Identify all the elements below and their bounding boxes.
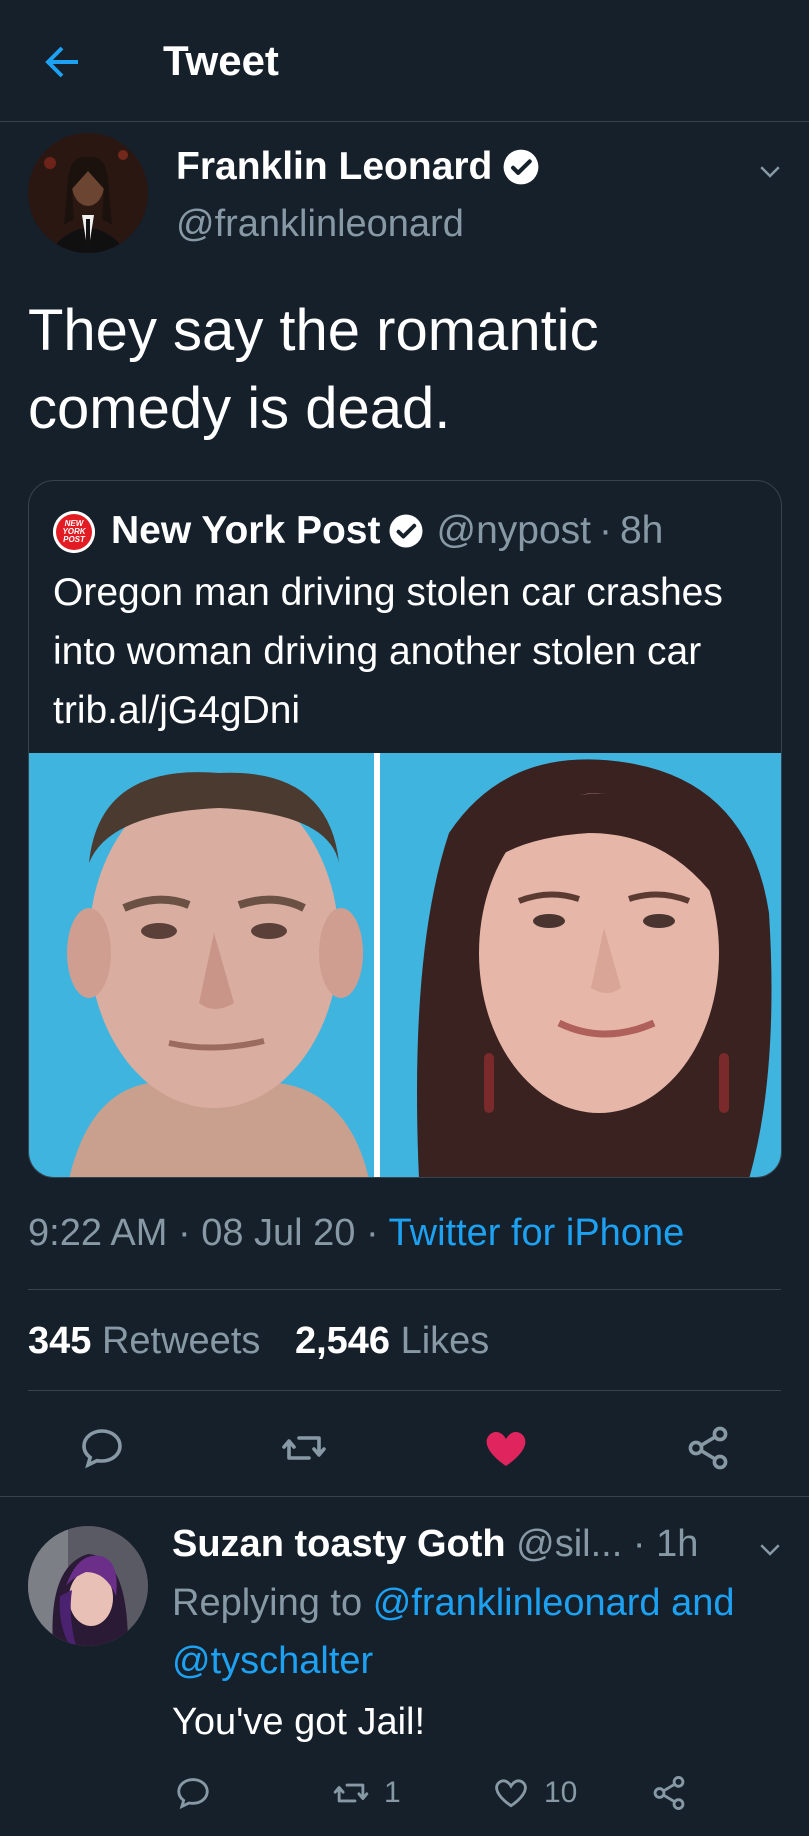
reply-author-avatar[interactable] bbox=[28, 1526, 148, 1646]
reply-like-button[interactable]: 10 bbox=[492, 1774, 577, 1812]
likes-stat[interactable]: 2,546 Likes bbox=[295, 1320, 489, 1362]
reply-header: Suzan toasty Goth @sil... · 1h bbox=[172, 1518, 698, 1570]
reply-author-name[interactable]: Suzan toasty Goth bbox=[172, 1523, 506, 1565]
mention-link[interactable]: @tyschalter bbox=[172, 1640, 373, 1682]
verified-badge-icon bbox=[503, 149, 539, 185]
quoted-tweet[interactable]: NEW YORK POST New York Post @nypost · 8h… bbox=[28, 480, 782, 1178]
reply-reply-button[interactable] bbox=[174, 1774, 212, 1812]
retweet-icon bbox=[333, 1783, 369, 1803]
share-icon bbox=[653, 1776, 685, 1810]
replying-prefix: Replying to bbox=[172, 1582, 363, 1624]
quoted-handle: @nypost bbox=[436, 509, 591, 552]
quoted-time: 8h bbox=[619, 509, 664, 552]
retweet-icon[interactable] bbox=[280, 1424, 328, 1472]
likes-label: Likes bbox=[400, 1320, 490, 1362]
divider bbox=[28, 1390, 781, 1391]
reply-time: 1h bbox=[656, 1523, 699, 1565]
nypost-logo: NEW YORK POST bbox=[53, 511, 95, 553]
chevron-down-icon[interactable] bbox=[755, 1534, 785, 1564]
reply-text: You've got Jail! bbox=[172, 1701, 426, 1743]
tweet-stats: 345 Retweets 2,546 Likes bbox=[28, 1316, 489, 1366]
separator-dot: · bbox=[177, 1212, 202, 1254]
reply-share-button[interactable] bbox=[650, 1774, 688, 1812]
top-bar: Tweet bbox=[0, 0, 809, 122]
reply-like-count: 10 bbox=[544, 1776, 578, 1809]
separator-dot: · bbox=[598, 509, 612, 552]
arrow-left-icon[interactable] bbox=[38, 38, 86, 86]
reply-handle[interactable]: @sil... bbox=[516, 1523, 622, 1565]
reply-actions: 1 10 bbox=[172, 1770, 732, 1820]
tweet-actions bbox=[0, 1420, 809, 1480]
divider bbox=[28, 1289, 781, 1290]
reply-icon bbox=[177, 1778, 209, 1810]
tweet-date: 08 Jul 20 bbox=[201, 1212, 356, 1254]
retweets-count: 345 bbox=[28, 1320, 92, 1362]
svg-text:POST: POST bbox=[63, 535, 86, 544]
separator-dot: · bbox=[632, 1523, 657, 1565]
quoted-author-name: New York Post bbox=[111, 509, 381, 552]
retweets-stat[interactable]: 345 Retweets bbox=[28, 1320, 260, 1362]
author-avatar[interactable] bbox=[28, 133, 148, 253]
page-title: Tweet bbox=[163, 37, 279, 84]
share-icon[interactable] bbox=[684, 1424, 732, 1472]
tweet-timestamp: 9:22 AM · 08 Jul 20 · Twitter for iPhone bbox=[28, 1208, 684, 1258]
separator-dot: · bbox=[366, 1212, 389, 1254]
quoted-tweet-header: New York Post @nypost · 8h bbox=[111, 505, 663, 557]
reply-retweet-count: 1 bbox=[384, 1776, 401, 1809]
tweet-source-link[interactable]: Twitter for iPhone bbox=[389, 1212, 685, 1254]
heart-filled-icon[interactable] bbox=[482, 1424, 530, 1472]
quoted-tweet-photo[interactable] bbox=[29, 753, 781, 1177]
author-handle[interactable]: @franklinleonard bbox=[176, 200, 464, 248]
chevron-down-icon[interactable] bbox=[755, 156, 785, 186]
reply-icon[interactable] bbox=[78, 1424, 126, 1472]
replying-and: and bbox=[671, 1582, 735, 1624]
verified-badge-icon bbox=[389, 514, 423, 548]
heart-icon bbox=[495, 1779, 527, 1808]
replying-to: Replying to @franklinleonard and @tyscha… bbox=[172, 1574, 772, 1690]
quoted-tweet-text: Oregon man driving stolen car crashes in… bbox=[53, 571, 723, 732]
author-name-row[interactable]: Franklin Leonard bbox=[176, 143, 540, 191]
retweets-label: Retweets bbox=[101, 1320, 261, 1362]
author-name[interactable]: Franklin Leonard bbox=[176, 143, 492, 191]
likes-count: 2,546 bbox=[294, 1320, 391, 1362]
reply-retweet-button[interactable]: 1 bbox=[332, 1774, 401, 1812]
tweet-text: They say the romantic comedy is dead. bbox=[28, 298, 599, 441]
tweet-time: 9:22 AM bbox=[28, 1212, 168, 1254]
mention-link[interactable]: @franklinleonard bbox=[373, 1582, 661, 1624]
divider bbox=[0, 1496, 809, 1497]
